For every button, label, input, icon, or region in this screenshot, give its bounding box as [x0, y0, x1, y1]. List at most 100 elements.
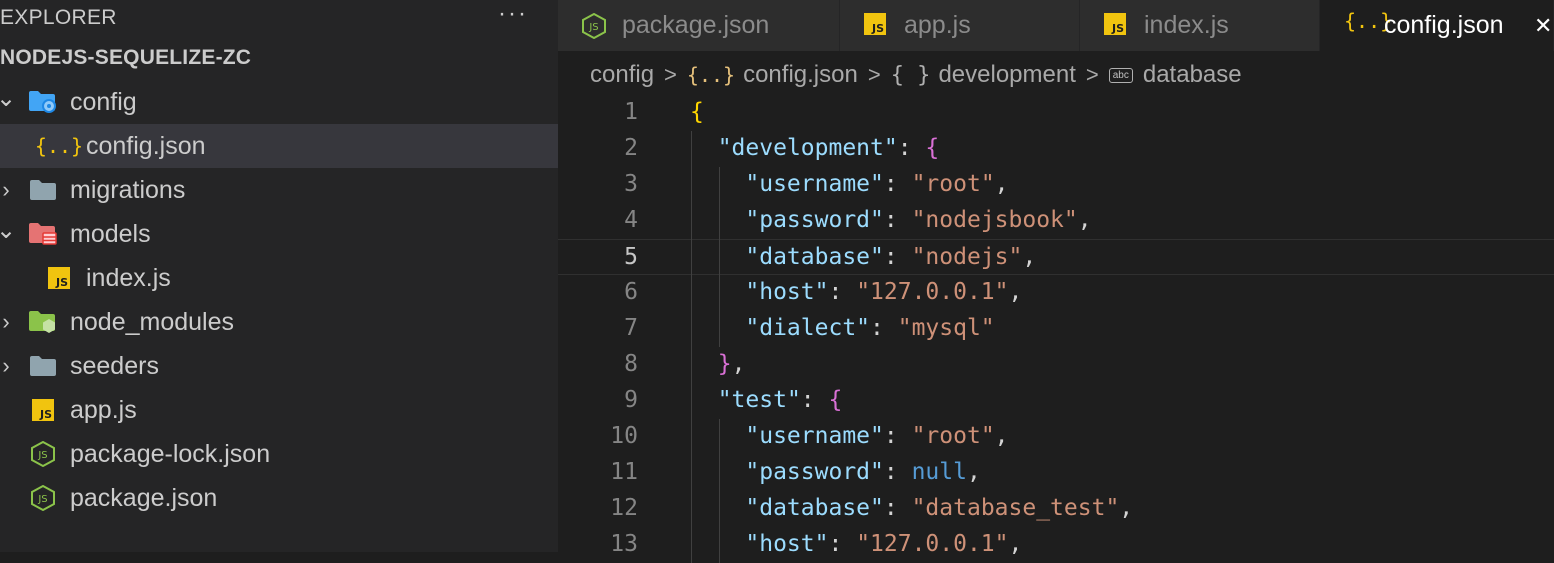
tab-app-js[interactable]: JS app.js: [840, 0, 1080, 51]
code-text: "password": null,: [745, 459, 981, 485]
chevron-down-icon[interactable]: ⌄: [0, 84, 16, 113]
code-text: "username": "root",: [745, 423, 1009, 449]
breadcrumb-object[interactable]: development: [938, 61, 1075, 89]
code-line[interactable]: 8 },: [558, 347, 1554, 383]
string-field-icon: abc: [1108, 67, 1133, 83]
tree-item[interactable]: JS index.js: [0, 256, 558, 300]
breadcrumb-file[interactable]: config.json: [743, 61, 858, 89]
code-line[interactable]: 3 "username": "root",: [558, 167, 1554, 203]
line-number: 4: [624, 207, 638, 233]
tab-label: package.json: [622, 11, 770, 39]
tab-config-json[interactable]: {..} config.json ✕: [1320, 0, 1554, 51]
code-text: "test": {: [717, 387, 843, 413]
code-line[interactable]: 11 "password": null,: [558, 455, 1554, 491]
tab-label: index.js: [1144, 11, 1229, 39]
indent-guide: [719, 419, 720, 563]
node-folder-icon: [28, 310, 58, 334]
code-text: },: [717, 351, 746, 377]
json-braces-icon: {..}: [34, 134, 84, 158]
tree-item[interactable]: ⌄ config: [0, 80, 558, 124]
tree-item-label: config: [70, 87, 137, 116]
chevron-right-icon: >: [1085, 62, 1099, 87]
svg-text:JS: JS: [37, 450, 47, 461]
tree-item[interactable]: JS app.js: [0, 388, 558, 432]
code-line[interactable]: 12 "database": "database_test",: [558, 491, 1554, 527]
code-line[interactable]: 9 "test": {: [558, 383, 1554, 419]
close-icon[interactable]: ✕: [1534, 13, 1552, 39]
code-line[interactable]: 7 "dialect": "mysql": [558, 311, 1554, 347]
svg-text:JS: JS: [1111, 22, 1124, 35]
indent-guide: [691, 131, 692, 563]
tree-item[interactable]: JS package.json: [0, 476, 558, 520]
config-folder-icon: [28, 90, 58, 114]
line-number: 2: [624, 135, 638, 161]
node-json-icon: JS: [28, 441, 58, 467]
indent-guide: [719, 167, 720, 347]
code-text: "username": "root",: [745, 171, 1009, 197]
tree-item[interactable]: › migrations: [0, 168, 558, 212]
tree-item[interactable]: ⌄ models: [0, 212, 558, 256]
tree-item-label: package.json: [70, 483, 218, 512]
breadcrumb: config > {..} config.json > { } developm…: [558, 51, 1554, 99]
line-number: 7: [624, 315, 638, 341]
chevron-right-icon[interactable]: ›: [0, 309, 16, 335]
explorer-title: EXPLORER: [0, 6, 117, 29]
project-header[interactable]: NODEJS-SEQUELIZE-ZC: [0, 36, 558, 80]
tab-package-json[interactable]: JS package.json: [558, 0, 840, 51]
ellipsis-icon[interactable]: ···: [498, 0, 528, 28]
code-line[interactable]: 6 "host": "127.0.0.1",: [558, 275, 1554, 311]
tab-bar: JS package.json JS app.js JS index.js {..} conf…: [558, 0, 1554, 51]
tree-item[interactable]: › seeders: [0, 344, 558, 388]
code-line[interactable]: 1{: [558, 95, 1554, 131]
code-line[interactable]: 13 "host": "127.0.0.1",: [558, 527, 1554, 563]
node-json-icon: JS: [28, 485, 58, 511]
code-text: {: [690, 99, 704, 125]
code-text: "host": "127.0.0.1",: [745, 531, 1023, 557]
tree-item-label: index.js: [86, 263, 171, 292]
line-number: 6: [624, 279, 638, 305]
explorer-header: EXPLORER ···: [0, 0, 558, 36]
code-line[interactable]: 5 "database": "nodejs",: [558, 239, 1554, 275]
js-file-icon: JS: [864, 13, 886, 42]
code-text: "host": "127.0.0.1",: [745, 279, 1023, 305]
svg-text:JS: JS: [37, 494, 47, 505]
tree-item[interactable]: {..} config.json: [0, 124, 558, 168]
tree-item-label: migrations: [70, 175, 186, 204]
js-file-icon: JS: [28, 398, 58, 422]
breadcrumb-folder[interactable]: config: [590, 61, 654, 89]
line-number: 10: [610, 423, 638, 449]
line-number: 5: [624, 244, 638, 270]
project-name: NODEJS-SEQUELIZE-ZC: [0, 46, 252, 69]
line-number: 1: [624, 99, 638, 125]
file-tree: ⌄ config {..} config.json › migrations ⌄ models…: [0, 80, 558, 520]
object-braces-icon: { }: [890, 62, 931, 88]
json-braces-icon: {..}: [686, 63, 736, 87]
code-text: "development": {: [717, 135, 940, 161]
chevron-down-icon[interactable]: ⌄: [0, 216, 16, 245]
models-folder-icon: [28, 222, 58, 246]
code-line[interactable]: 2 "development": {: [558, 131, 1554, 167]
breadcrumb-field[interactable]: database: [1143, 61, 1242, 89]
code-line[interactable]: 10 "username": "root",: [558, 419, 1554, 455]
svg-text:JS: JS: [39, 408, 52, 421]
line-number: 13: [610, 531, 638, 557]
tree-item-label: config.json: [86, 131, 206, 160]
js-file-icon: JS: [1104, 13, 1126, 42]
chevron-right-icon[interactable]: ›: [0, 177, 16, 203]
chevron-right-icon: >: [664, 62, 677, 87]
editor-area: JS package.json JS app.js JS index.js {..} conf…: [558, 0, 1554, 563]
folder-icon: [28, 178, 58, 202]
tree-item[interactable]: JS package-lock.json: [0, 432, 558, 476]
tab-index-js[interactable]: JS index.js: [1080, 0, 1320, 51]
code-text: "database": "database_test",: [745, 495, 1134, 521]
code-line[interactable]: 4 "password": "nodejsbook",: [558, 203, 1554, 239]
tree-item-label: node_modules: [70, 307, 235, 336]
tree-item-label: package-lock.json: [70, 439, 271, 468]
line-number: 3: [624, 171, 638, 197]
chevron-right-icon[interactable]: ›: [0, 353, 16, 379]
svg-text:JS: JS: [55, 276, 68, 289]
tree-item-label: seeders: [70, 351, 159, 380]
tree-item[interactable]: › node_modules: [0, 300, 558, 344]
node-json-icon: JS: [582, 12, 606, 46]
js-file-icon: JS: [44, 266, 74, 290]
